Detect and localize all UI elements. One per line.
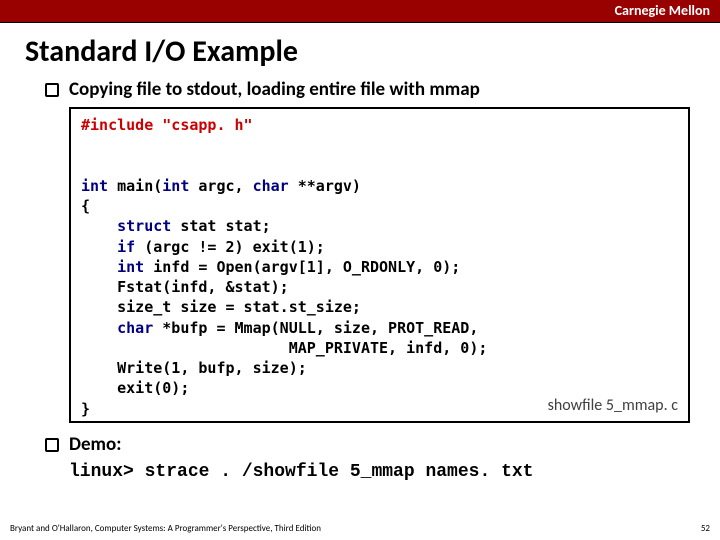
code-line-write: Write(1, bufp, size); <box>81 358 678 378</box>
code-filename: showfile 5_mmap. c <box>548 395 678 417</box>
content-area: Copying file to stdout, loading entire f… <box>45 78 690 482</box>
bullet-1-text: Copying file to stdout, loading entire f… <box>69 78 480 101</box>
code-line-brace-open: { <box>81 196 678 216</box>
bullet-1: Copying file to stdout, loading entire f… <box>45 78 690 101</box>
code-line-stat: struct stat stat; <box>81 216 678 236</box>
code-line-if: if (argc != 2) exit(1); <box>81 237 678 257</box>
code-line-bufp: char *bufp = Mmap(NULL, size, PROT_READ, <box>81 318 678 338</box>
footer: Bryant and O'Hallaron, Computer Systems:… <box>10 523 710 534</box>
bullet-icon <box>45 83 59 97</box>
code-block: #include "csapp. h" int main(int argc, c… <box>69 107 690 423</box>
bullet-2: Demo: <box>45 433 690 456</box>
code-line-fstat: Fstat(infd, &stat); <box>81 277 678 297</box>
bullet-icon <box>45 438 59 452</box>
code-line-include: #include "csapp. h" <box>81 115 678 135</box>
footer-page: 52 <box>701 523 710 534</box>
code-line-sizet: size_t size = stat.st_size; <box>81 297 678 317</box>
footer-left: Bryant and O'Hallaron, Computer Systems:… <box>10 523 321 534</box>
code-line-infd: int infd = Open(argv[1], O_RDONLY, 0); <box>81 257 678 277</box>
code-line-main: int main(int argc, char **argv) <box>81 176 678 196</box>
header-bar: Carnegie Mellon <box>0 0 720 23</box>
slide-title: Standard I/O Example <box>25 33 720 70</box>
code-line-mmap2: MAP_PRIVATE, infd, 0); <box>81 338 678 358</box>
demo-command: linux> strace . /showfile 5_mmap names. … <box>69 462 690 482</box>
bullet-2-text: Demo: <box>69 433 121 456</box>
brand-text: Carnegie Mellon <box>615 2 710 19</box>
